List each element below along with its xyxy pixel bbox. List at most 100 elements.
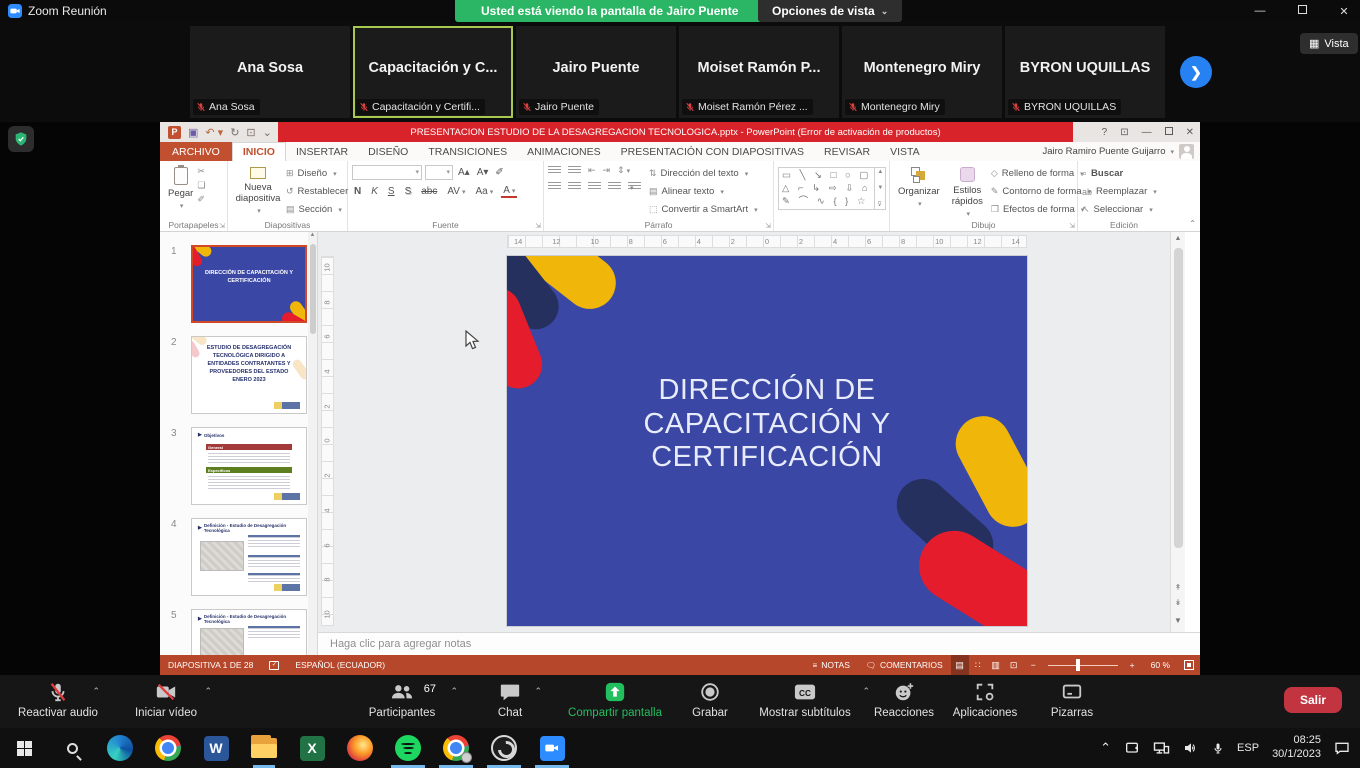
- align-left-icon[interactable]: [548, 182, 561, 191]
- format-painter-icon[interactable]: ✐: [197, 194, 205, 205]
- share-screen-button[interactable]: Compartir pantalla: [556, 680, 674, 719]
- slide-canvas[interactable]: DIRECCIÓN DE CAPACITACIÓN Y CERTIFICACIÓ…: [507, 256, 1027, 626]
- customize-qat-icon[interactable]: ⌄: [263, 126, 272, 139]
- next-slide-button[interactable]: ↡: [1175, 598, 1182, 607]
- notes-area[interactable]: Haga clic para agregar notas: [318, 632, 1200, 655]
- increase-indent-icon[interactable]: ⇥: [603, 165, 611, 176]
- font-color-button[interactable]: A: [501, 185, 517, 198]
- reactions-button[interactable]: Reacciones: [868, 680, 940, 719]
- dialog-launcher-icon[interactable]: ⇲: [1069, 222, 1075, 230]
- copy-icon[interactable]: ❏: [197, 180, 205, 191]
- slide-thumbnail-5[interactable]: ▶Definición - Estudio de Desagregación T…: [191, 609, 307, 655]
- account-menu[interactable]: Jairo Ramiro Puente Guijarro ▾: [1042, 142, 1200, 161]
- justify-icon[interactable]: [608, 182, 621, 191]
- next-participants-button[interactable]: ❯: [1180, 56, 1212, 88]
- slide-thumbnail-3[interactable]: ▶Objetivos General Específicos: [191, 427, 307, 505]
- tray-mic-icon[interactable]: [1212, 741, 1224, 756]
- new-slide-button[interactable]: Nueva diapositiva: [232, 165, 284, 217]
- previous-slide-button[interactable]: ↟: [1175, 583, 1182, 592]
- participant-tile[interactable]: Montenegro Miry Montenegro Miry: [842, 26, 1002, 118]
- dialog-launcher-icon[interactable]: ⇲: [765, 222, 771, 230]
- dialog-launcher-icon[interactable]: ⇲: [219, 222, 225, 230]
- normal-view-button[interactable]: ▤: [951, 655, 969, 675]
- italic-button[interactable]: K: [369, 186, 380, 197]
- taskbar-firefox[interactable]: [336, 728, 384, 768]
- ppt-minimize-button[interactable]: —: [1142, 127, 1152, 138]
- layout-button[interactable]: ⊞Diseño: [286, 168, 348, 179]
- leave-meeting-button[interactable]: Salir: [1284, 687, 1342, 713]
- grow-font-button[interactable]: A▴: [456, 167, 472, 178]
- change-case-button[interactable]: Aa: [474, 186, 496, 197]
- undo-icon[interactable]: ↶ ▾: [205, 126, 223, 139]
- tab-transiciones[interactable]: TRANSICIONES: [418, 142, 517, 161]
- participant-tile[interactable]: Ana Sosa Ana Sosa: [190, 26, 350, 118]
- columns-icon[interactable]: [628, 182, 641, 191]
- start-button[interactable]: [0, 728, 48, 768]
- tab-vista[interactable]: VISTA: [880, 142, 930, 161]
- taskbar-chrome[interactable]: [144, 728, 192, 768]
- line-spacing-icon[interactable]: ⇕: [617, 165, 630, 176]
- select-button[interactable]: ↖Seleccionar: [1082, 204, 1166, 215]
- language-indicator[interactable]: ESPAÑOL (ECUADOR): [287, 660, 393, 670]
- tab-inicio[interactable]: INICIO: [232, 142, 286, 161]
- collapse-ribbon-icon[interactable]: ⌃: [1189, 219, 1196, 228]
- shape-effects-button[interactable]: ❒Efectos de forma: [991, 204, 1091, 215]
- ppt-close-button[interactable]: ✕: [1186, 127, 1194, 138]
- shape-outline-button[interactable]: ✎Contorno de forma: [991, 186, 1091, 197]
- taskbar-excel[interactable]: X: [288, 728, 336, 768]
- decrease-indent-icon[interactable]: ⇤: [588, 165, 596, 176]
- chevron-up-icon[interactable]: ⌃: [92, 686, 100, 697]
- dialog-launcher-icon[interactable]: ⇲: [535, 222, 541, 230]
- redo-icon[interactable]: ↻: [230, 126, 239, 139]
- participant-tile[interactable]: BYRON UQUILLAS BYRON UQUILLAS: [1005, 26, 1165, 118]
- zoom-slider[interactable]: [1048, 655, 1118, 675]
- tray-volume-icon[interactable]: [1183, 741, 1199, 755]
- record-button[interactable]: Grabar: [682, 680, 738, 719]
- chevron-up-icon[interactable]: ⌃: [204, 686, 212, 697]
- captions-button[interactable]: CC Mostrar subtítulos ⌃: [742, 680, 868, 719]
- notification-center-icon[interactable]: [1334, 741, 1350, 755]
- tray-expand-chevron-icon[interactable]: ⌃: [1100, 740, 1111, 756]
- slide-sorter-view-button[interactable]: ∷: [969, 655, 987, 675]
- apps-button[interactable]: Aplicaciones: [940, 680, 1030, 719]
- bold-button[interactable]: N: [352, 186, 363, 197]
- ribbon-display-button[interactable]: ⊡: [1120, 127, 1128, 138]
- tab-archivo[interactable]: ARCHIVO: [160, 142, 232, 161]
- shape-fill-button[interactable]: ◇Relleno de forma: [991, 168, 1091, 179]
- replace-button[interactable]: abReemplazar: [1082, 186, 1166, 197]
- strikethrough-button[interactable]: abc: [419, 186, 439, 197]
- start-slideshow-icon[interactable]: ⊡: [246, 126, 255, 139]
- chevron-up-icon[interactable]: ⌃: [534, 686, 542, 697]
- minimize-button[interactable]: —: [1254, 5, 1266, 17]
- taskbar-spotify[interactable]: [384, 728, 432, 768]
- zoom-in-button[interactable]: +: [1122, 660, 1143, 670]
- spellcheck-icon[interactable]: ✓: [261, 661, 287, 670]
- font-name-select[interactable]: [352, 165, 422, 180]
- find-button[interactable]: ⌕Buscar: [1082, 168, 1166, 179]
- taskbar-obs[interactable]: [480, 728, 528, 768]
- unmute-button[interactable]: Reactivar audio ⌃: [8, 680, 108, 719]
- start-video-button[interactable]: Iniciar vídeo ⌃: [118, 680, 214, 719]
- taskbar-chrome-profile[interactable]: [432, 728, 480, 768]
- participant-tile[interactable]: Jairo Puente Jairo Puente: [516, 26, 676, 118]
- participant-tile[interactable]: Moiset Ramón P... Moiset Ramón Pérez ...: [679, 26, 839, 118]
- zoom-level[interactable]: 60 %: [1143, 660, 1178, 670]
- notes-toggle[interactable]: ≡NOTAS: [805, 660, 858, 670]
- shapes-gallery-scroll[interactable]: ▲ ▼ ⊽: [875, 167, 886, 210]
- clock[interactable]: 08:2530/1/2023: [1272, 734, 1321, 762]
- language-indicator[interactable]: ESP: [1237, 742, 1259, 754]
- comments-toggle[interactable]: 🗨COMENTARIOS: [858, 660, 951, 670]
- participants-button[interactable]: Participantes 67 ⌃: [352, 680, 452, 719]
- font-size-select[interactable]: [425, 165, 453, 180]
- align-text-button[interactable]: ▤Alinear texto: [649, 186, 758, 197]
- text-shadow-button[interactable]: S: [403, 186, 414, 197]
- taskbar-zoom[interactable]: [528, 728, 576, 768]
- tab-revisar[interactable]: REVISAR: [814, 142, 880, 161]
- tab-diseno[interactable]: DISEÑO: [358, 142, 418, 161]
- text-direction-button[interactable]: ⇅Dirección del texto: [649, 168, 758, 179]
- chat-button[interactable]: Chat ⌃: [478, 680, 542, 719]
- smartart-button[interactable]: ⬚Convertir a SmartArt: [649, 204, 758, 215]
- slide-thumbnail-1[interactable]: DIRECCIÓN DE CAPACITACIÓN Y CERTIFICACIÓ…: [191, 245, 307, 323]
- quick-styles-button[interactable]: Estilos rápidos: [948, 165, 987, 220]
- slide-title-text[interactable]: DIRECCIÓN DE CAPACITACIÓN Y CERTIFICACIÓ…: [567, 374, 967, 475]
